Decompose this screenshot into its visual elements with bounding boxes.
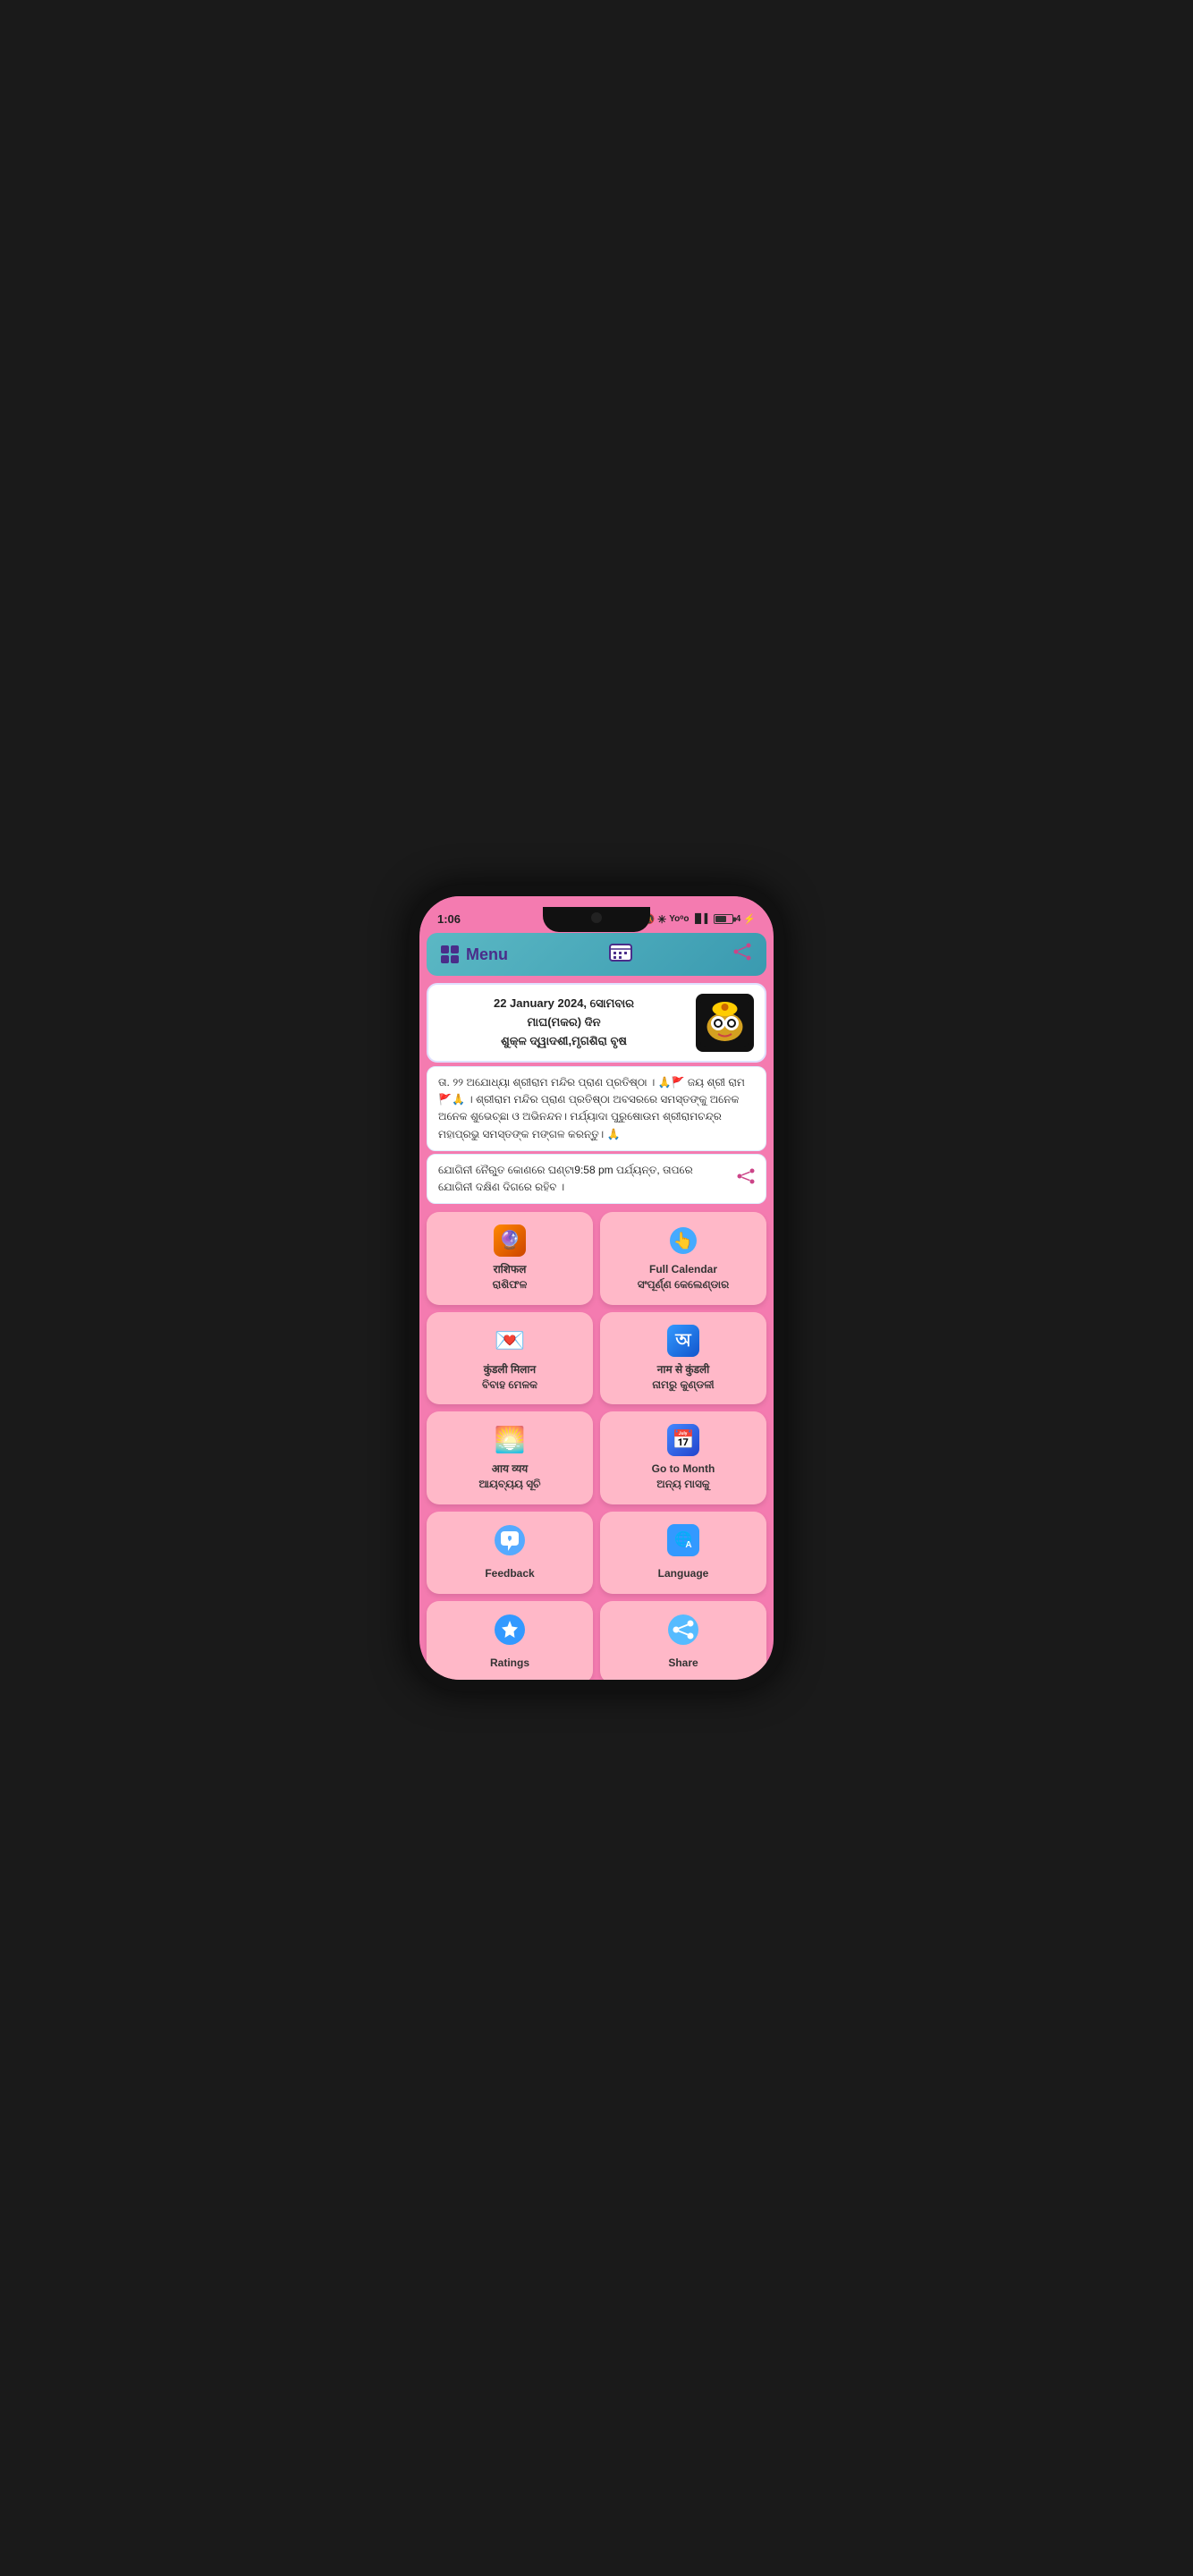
feedback-icon: ? (494, 1524, 526, 1561)
info-share-button[interactable] (737, 1166, 755, 1192)
go-to-month-button[interactable]: 📅 Go to Month ଅନ୍ୟ ମାସକୁ (600, 1411, 766, 1504)
ratings-label: Ratings (490, 1656, 529, 1671)
menu-button[interactable]: Menu (441, 945, 508, 964)
language-button[interactable]: 🌐 A Language (600, 1512, 766, 1594)
share-grid-icon (667, 1614, 699, 1650)
full-calendar-button[interactable]: 👆 Full Calendar ସଂପୂର୍ଣ୍ଣ କେଲେଣ୍ଡାର (600, 1212, 766, 1305)
share-button-top[interactable] (732, 943, 752, 966)
date-line2: ମାଘ(ମକର) ଦିନ (439, 1013, 689, 1032)
aay-vyay-button[interactable]: 🌅 आय व्यय ଆୟବ୍ୟୟ ସୂଚି (427, 1411, 593, 1504)
menu-label: Menu (466, 945, 508, 964)
aay-vyay-label: आय व्यय ଆୟବ୍ୟୟ ସୂଚି (478, 1462, 540, 1492)
date-line1: 22 January 2024, ସୋମବାର (439, 995, 689, 1013)
go-to-month-label: Go to Month ଅନ୍ୟ ମାସକୁ (652, 1462, 715, 1492)
naam-kundali-icon: অ (667, 1325, 699, 1357)
date-text: 22 January 2024, ସୋମବାର ମାଘ(ମକର) ଦିନ ଶୁକ… (439, 995, 689, 1050)
info-card-2: ଯୋଗିନୀ ନୈଋୁତ କୋଣରେ ଘଣ୍ଟା9:58 pm ପର୍ଯ୍ୟନ୍… (427, 1154, 766, 1204)
full-calendar-label: Full Calendar ସଂପୂର୍ଣ୍ଣ କେଲେଣ୍ଡାର (638, 1262, 730, 1292)
language-icon: 🌐 A (667, 1524, 699, 1561)
scroll-area[interactable]: 22 January 2024, ସୋମବାର ମାଘ(ମକର) ଦିନ ଶୁକ… (419, 979, 774, 1680)
notch (543, 907, 650, 932)
feedback-label: Feedback (485, 1566, 534, 1581)
kundali-milan-icon: 💌 (494, 1325, 526, 1357)
feedback-button[interactable]: ? Feedback (427, 1512, 593, 1594)
naam-kundali-label: नाम से कुंडली ନାମରୁ କୁଣ୍ଡଳୀ (652, 1362, 714, 1393)
svg-text:?: ? (508, 1535, 512, 1543)
rashifal-label: राशिफल ରାଶିଫଳ (493, 1262, 528, 1292)
battery-level: 4 (736, 914, 741, 924)
grid-buttons: 🔮 राशिफल ରାଶିଫଳ 👆 (419, 1207, 774, 1680)
top-nav: Menu (427, 933, 766, 976)
phone-frame: 1:06 🔕 ✳ Yoᵒo ▐▌▌ 4 ⚡ Menu (409, 886, 784, 1690)
info-card-1: ତା. ୨୨ ଅଯୋଧ୍ୟା ଶ୍ରୀରାମ ମନ୍ଦିର ପ୍ରାଣ ପ୍ରତ… (427, 1066, 766, 1151)
share-button-grid[interactable]: Share (600, 1601, 766, 1680)
ratings-button[interactable]: Ratings (427, 1601, 593, 1680)
charging-icon: ⚡ (743, 913, 756, 925)
rashifal-icon: 🔮 (494, 1224, 526, 1257)
language-label: Language (658, 1566, 709, 1581)
rashifal-button[interactable]: 🔮 राशिफल ରାଶିଫଳ (427, 1212, 593, 1305)
bluetooth-icon: ✳ (657, 913, 666, 926)
battery-fill (715, 916, 726, 922)
go-to-month-icon: 📅 (667, 1424, 699, 1456)
full-calendar-icon: 👆 (667, 1224, 699, 1257)
kundali-milan-button[interactable]: 💌 कुंडली मिलान ବିବାହ ମେଳକ (427, 1312, 593, 1405)
jagannath-image (696, 994, 754, 1052)
info-text-2: ଯୋଗିନୀ ନୈଋୁତ କୋଣରେ ଘଣ୍ଟା9:58 pm ପର୍ଯ୍ୟନ୍… (438, 1162, 730, 1196)
date-card: 22 January 2024, ସୋମବାର ମାଘ(ମକର) ଦିନ ଶୁକ… (427, 983, 766, 1063)
time-display: 1:06 (437, 912, 461, 926)
svg-text:A: A (685, 1540, 691, 1550)
share-grid-label: Share (668, 1656, 698, 1671)
camera (591, 912, 602, 923)
aay-vyay-icon: 🌅 (494, 1424, 526, 1456)
signal-icon: Yoᵒo (669, 914, 689, 924)
ratings-icon (494, 1614, 526, 1650)
naam-kundali-button[interactable]: অ नाम से कुंडली ନାମରୁ କୁଣ୍ଡଳୀ (600, 1312, 766, 1405)
battery-icon (714, 914, 733, 924)
kundali-milan-label: कुंडली मिलान ବିବାହ ମେଳକ (482, 1362, 537, 1393)
status-icons: 🔕 ✳ Yoᵒo ▐▌▌ 4 ⚡ (642, 913, 756, 926)
date-line3: ଶୁକ୍ଳ ଦ୍ୱାଦଶୀ,ମୃଗଶିରା ବୃଷ (439, 1032, 689, 1051)
svg-text:👆: 👆 (673, 1231, 693, 1250)
info-text-1: ତା. ୨୨ ଅଯୋଧ୍ୟା ଶ୍ରୀରାମ ମନ୍ଦିର ପ୍ରାଣ ପ୍ରତ… (438, 1076, 745, 1140)
wifi-bars-icon: ▐▌▌ (691, 914, 710, 924)
calendar-button[interactable] (609, 942, 632, 967)
phone-screen: 1:06 🔕 ✳ Yoᵒo ▐▌▌ 4 ⚡ Menu (419, 896, 774, 1680)
menu-grid-icon (441, 945, 459, 963)
